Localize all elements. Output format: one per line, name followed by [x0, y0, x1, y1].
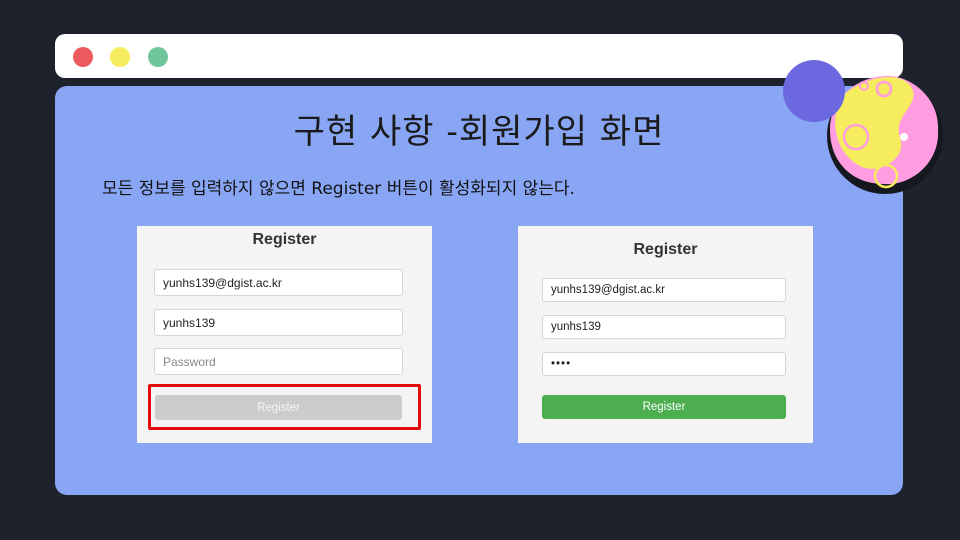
register-form-complete: Register yunhs139@dgist.ac.kr yunhs139 •…: [518, 226, 813, 443]
username-field[interactable]: yunhs139: [542, 315, 786, 339]
form-title: Register: [633, 241, 698, 258]
password-field[interactable]: Password: [154, 348, 403, 375]
email-field[interactable]: yunhs139@dgist.ac.kr: [542, 278, 786, 302]
password-field[interactable]: ••••: [542, 352, 786, 376]
register-button-enabled[interactable]: Register: [542, 395, 786, 419]
highlight-box: [148, 384, 421, 430]
slide-subtitle: 모든 정보를 입력하지 않으면 Register 버튼이 활성화되지 않는다.: [102, 179, 575, 199]
close-dot[interactable]: [73, 47, 93, 67]
slide-title: 구현 사항 -회원가입 화면: [293, 112, 665, 152]
minimize-dot[interactable]: [110, 47, 130, 67]
form-title: Register: [252, 231, 317, 248]
username-field[interactable]: yunhs139: [154, 309, 403, 336]
email-field[interactable]: yunhs139@dgist.ac.kr: [154, 269, 403, 296]
window-titlebar: [55, 34, 903, 78]
maximize-dot[interactable]: [148, 47, 168, 67]
